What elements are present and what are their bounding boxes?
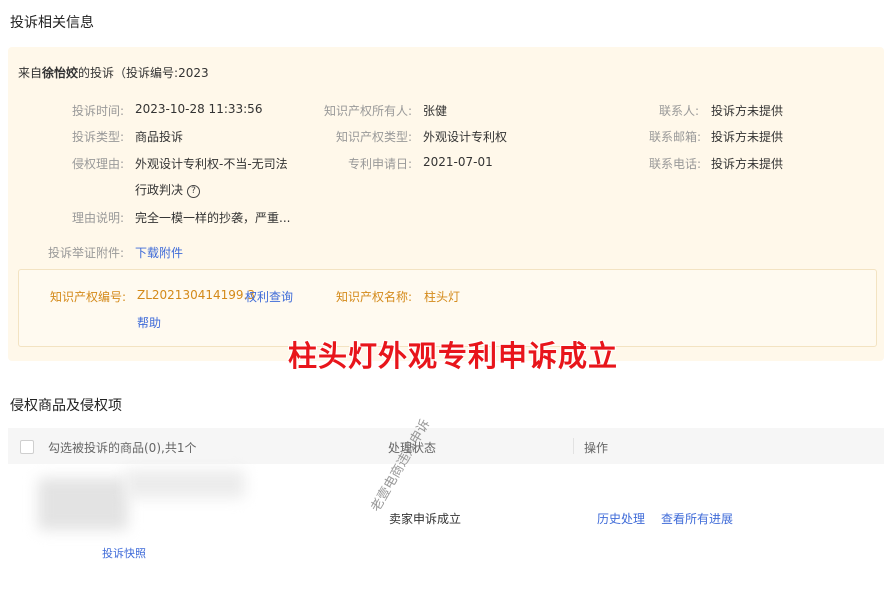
ip-name-value: 柱头灯 [424, 290, 461, 304]
phone-label: 联系电话: [649, 157, 702, 171]
type-value: 商品投诉 [135, 130, 184, 144]
column-divider [573, 438, 574, 454]
complaint-info-panel: 来自徐怡姣的投诉（投诉编号:2023 投诉时间: 2023-10-28 11:3… [8, 47, 884, 361]
product-image-blurred [38, 478, 128, 530]
phone-value: 投诉方未提供 [711, 157, 784, 171]
rights-query-link[interactable]: 权利查询 [245, 288, 293, 305]
complaint-source: 来自徐怡姣的投诉（投诉编号:2023 [18, 64, 209, 81]
contact-label: 联系人: [659, 104, 700, 118]
iptype-value: 外观设计专利权 [423, 130, 508, 144]
time-value: 2023-10-28 11:33:56 [135, 102, 263, 116]
row-status: 卖家申诉成立 [389, 512, 462, 526]
desc-value: 完全一模一样的抄袭，严重... [135, 211, 291, 225]
download-attachment-link[interactable]: 下载附件 [135, 244, 183, 261]
ip-no-value: ZL202130414199.3 [137, 288, 255, 302]
reason-value-line2: 行政判决 [135, 183, 184, 197]
reason-value: 外观设计专利权-不当-无司法 [135, 157, 288, 171]
all-progress-link[interactable]: 查看所有进展 [661, 510, 733, 527]
complainant-name: 徐怡姣 [42, 66, 79, 80]
goods-table-header: 勾选被投诉的商品(0),共1个 处理状态 操作 [8, 428, 884, 464]
email-label: 联系邮箱: [649, 130, 702, 144]
type-label: 投诉类型: [72, 130, 125, 144]
column-action: 操作 [584, 441, 609, 455]
iptype-label: 知识产权类型: [336, 130, 413, 144]
from-suffix: 的投诉（投诉编号:2023 [78, 66, 209, 80]
section-title-complaint: 投诉相关信息 [10, 15, 94, 31]
appeal-success-banner: 柱头灯外观专利申诉成立 [288, 339, 619, 373]
time-label: 投诉时间: [72, 104, 125, 118]
help-link[interactable]: 帮助 [137, 314, 161, 331]
reason-label: 侵权理由: [72, 157, 125, 171]
section-title-goods: 侵权商品及侵权项 [10, 398, 122, 414]
reason-value-cont: 行政判决? [135, 181, 201, 198]
question-circle-icon[interactable]: ? [187, 185, 201, 198]
from-prefix: 来自 [18, 66, 43, 80]
apply-value: 2021-07-01 [423, 155, 493, 169]
apply-label: 专利申请日: [348, 157, 413, 171]
contact-value: 投诉方未提供 [711, 104, 784, 118]
ip-name-label: 知识产权名称: [336, 290, 413, 304]
email-value: 投诉方未提供 [711, 130, 784, 144]
owner-value: 张健 [423, 104, 448, 118]
select-all-checkbox[interactable] [20, 440, 34, 454]
product-title-blurred [125, 470, 245, 498]
evidence-label: 投诉举证附件: [48, 246, 125, 260]
desc-label: 理由说明: [72, 211, 125, 225]
owner-label: 知识产权所有人: [324, 104, 413, 118]
snapshot-link[interactable]: 投诉快照 [102, 545, 146, 561]
history-link[interactable]: 历史处理 [597, 510, 645, 527]
column-select: 勾选被投诉的商品(0),共1个 [48, 441, 197, 455]
ip-no-label: 知识产权编号: [50, 290, 127, 304]
